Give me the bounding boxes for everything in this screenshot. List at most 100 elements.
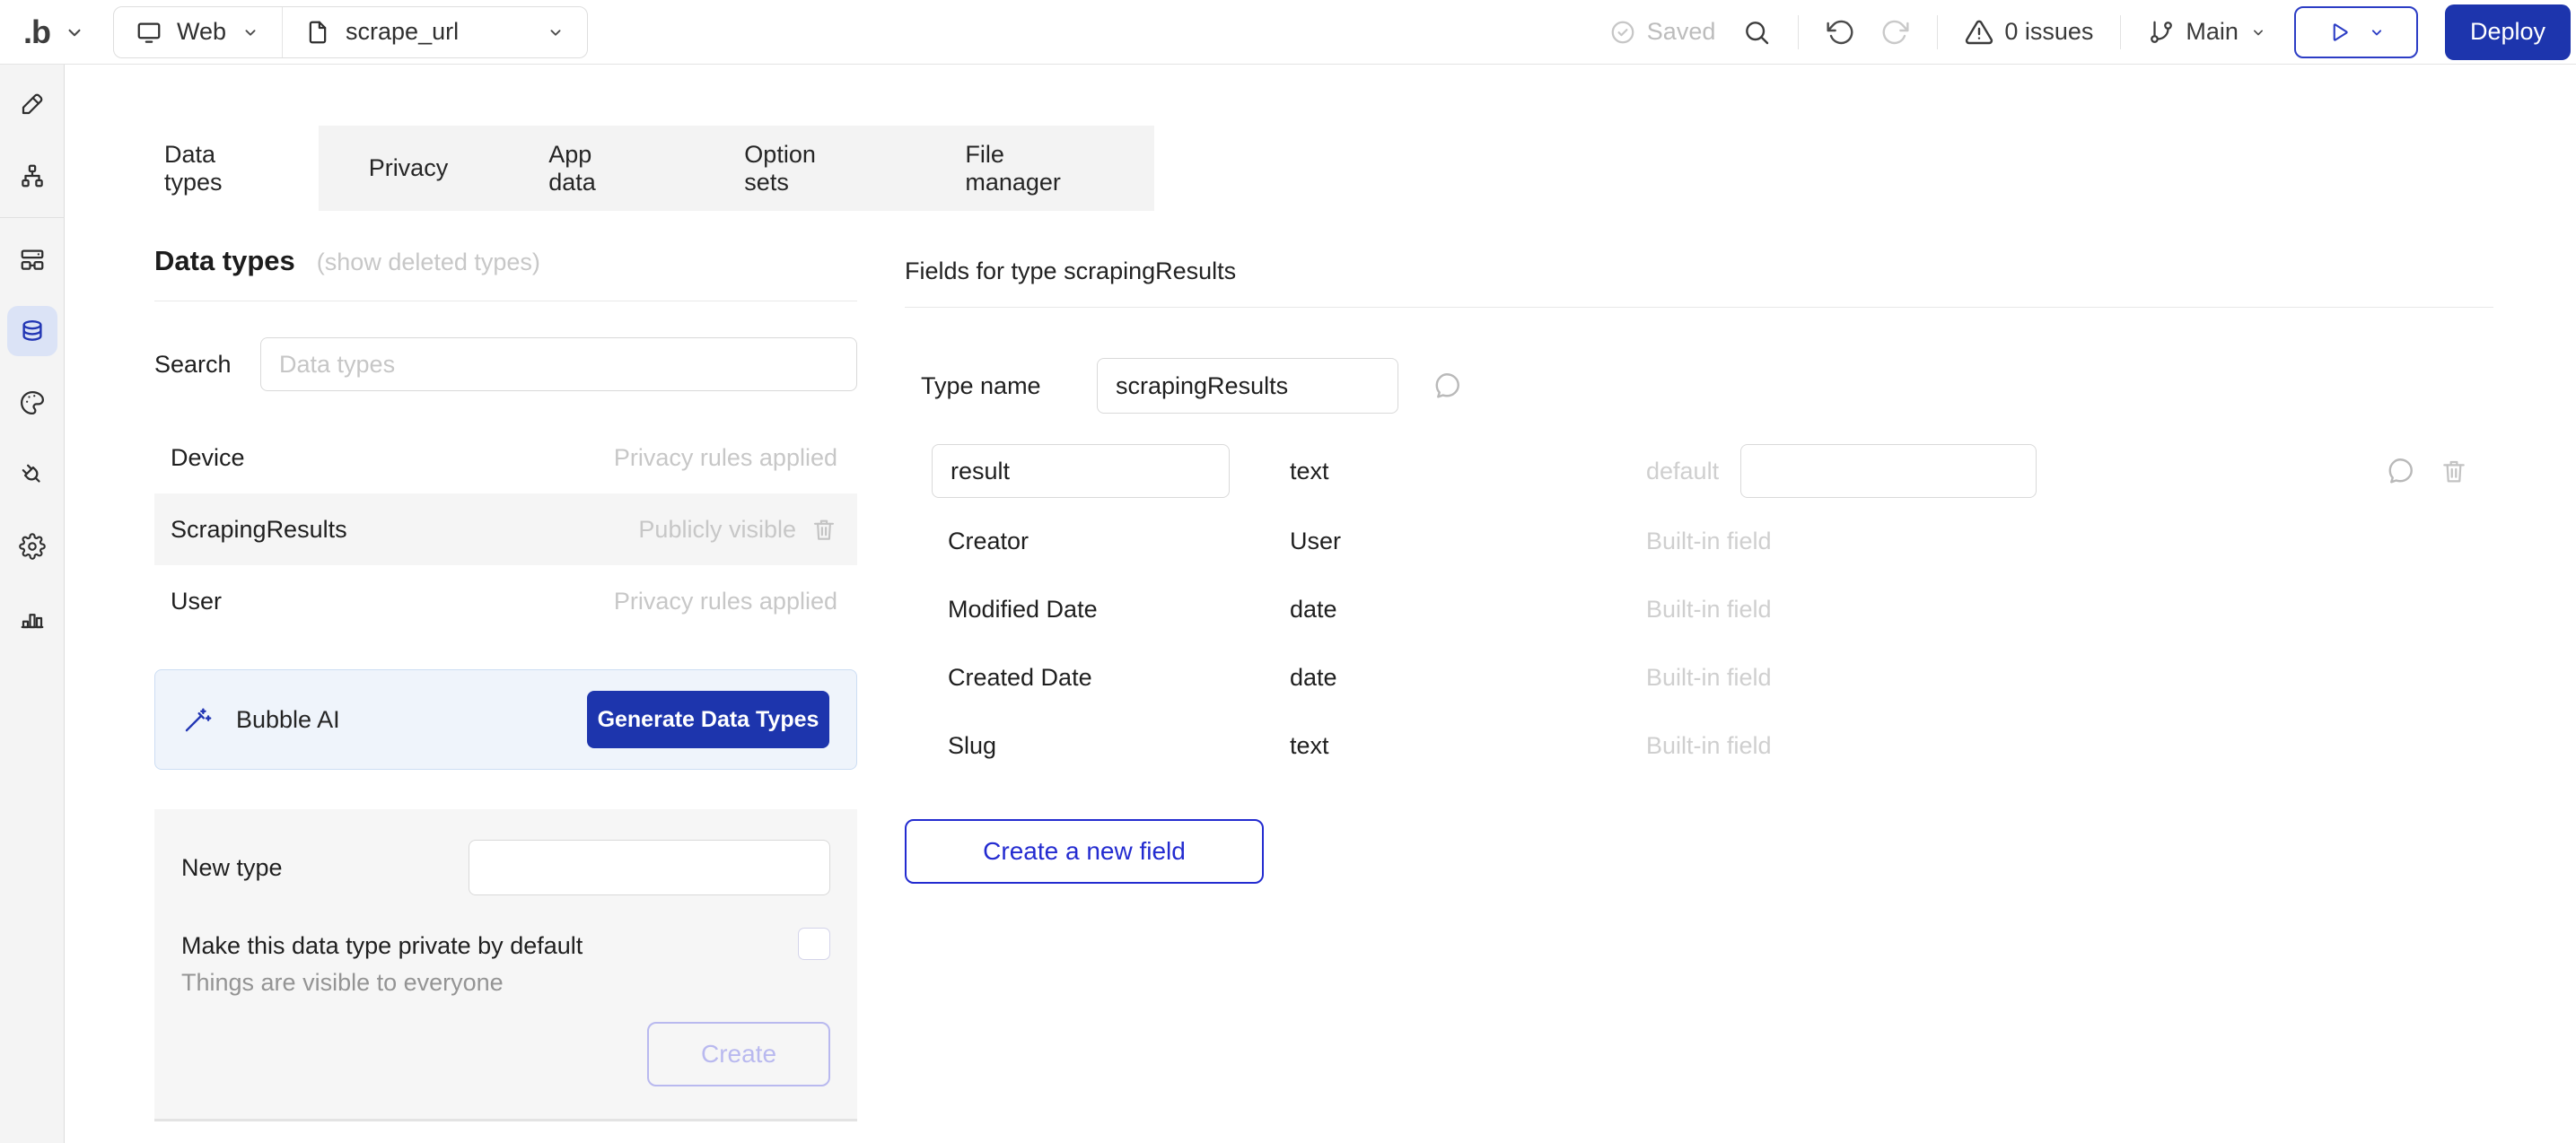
new-type-input[interactable] bbox=[469, 840, 830, 895]
data-type-name: User bbox=[171, 588, 222, 615]
type-name-row: Type name bbox=[905, 358, 2493, 414]
branch-selector[interactable]: Main bbox=[2148, 18, 2267, 46]
field-row-modified-date[interactable]: Modified Date date Built-in field bbox=[905, 575, 2493, 643]
search-button[interactable] bbox=[1742, 18, 1771, 47]
page-icon bbox=[304, 19, 331, 46]
data-type-status: Privacy rules applied bbox=[614, 588, 837, 615]
git-branch-icon bbox=[2148, 19, 2175, 46]
page-title: Data types bbox=[154, 245, 295, 277]
sidebar-item-logs[interactable] bbox=[7, 593, 57, 643]
fields-panel-title: Fields for type scrapingResults bbox=[905, 257, 2493, 308]
tab-file-manager[interactable]: File manager bbox=[915, 126, 1154, 211]
sidebar-item-plugins[interactable] bbox=[7, 449, 57, 500]
data-type-row-scrapingresults[interactable]: ScrapingResults Publicly visible bbox=[154, 493, 857, 565]
issues-indicator[interactable]: 0 issues bbox=[1965, 18, 2093, 47]
sidebar-divider bbox=[0, 217, 65, 218]
data-type-list: Device Privacy rules applied ScrapingRes… bbox=[154, 422, 857, 637]
generate-data-types-button[interactable]: Generate Data Types bbox=[587, 691, 829, 748]
tab-data-types[interactable]: Data types bbox=[124, 126, 319, 211]
data-type-row-user[interactable]: User Privacy rules applied bbox=[154, 565, 857, 637]
create-new-field-button[interactable]: Create a new field bbox=[905, 819, 1264, 884]
private-row: Make this data type private by default bbox=[181, 928, 830, 964]
search-row: Search bbox=[154, 337, 857, 391]
plug-icon bbox=[19, 461, 46, 488]
database-icon bbox=[19, 318, 46, 345]
sidebar-item-settings[interactable] bbox=[7, 521, 57, 572]
bubble-editor: .b Web scrape_url bbox=[0, 0, 2576, 1143]
field-name-input[interactable] bbox=[932, 444, 1230, 498]
main-area: Data types Privacy App data Option sets … bbox=[65, 65, 2576, 1143]
sidebar-item-backend[interactable] bbox=[7, 234, 57, 284]
pencil-icon bbox=[19, 91, 46, 118]
data-tabs: Data types Privacy App data Option sets … bbox=[124, 126, 1154, 211]
tab-privacy[interactable]: Privacy bbox=[319, 126, 499, 211]
field-type: User bbox=[1290, 528, 1646, 555]
undo-icon bbox=[1826, 18, 1854, 47]
sidebar-item-styles[interactable] bbox=[7, 378, 57, 428]
divider bbox=[1937, 15, 1938, 49]
delete-type-icon[interactable] bbox=[810, 516, 837, 543]
field-name: Creator bbox=[905, 528, 1290, 555]
field-name: Created Date bbox=[905, 664, 1290, 692]
undo-button[interactable] bbox=[1826, 18, 1854, 47]
redo-icon bbox=[1881, 18, 1910, 47]
field-name: Modified Date bbox=[905, 596, 1290, 624]
field-actions bbox=[2384, 455, 2493, 487]
type-name-input[interactable] bbox=[1097, 358, 1398, 414]
chevron-down-icon bbox=[2368, 23, 2386, 41]
chevron-down-icon bbox=[546, 22, 565, 42]
app-context-switcher: Web scrape_url bbox=[113, 6, 588, 58]
create-type-button[interactable]: Create bbox=[647, 1022, 830, 1086]
sidebar-item-design[interactable] bbox=[7, 79, 57, 129]
warning-triangle-icon bbox=[1965, 18, 1993, 47]
saved-status: Saved bbox=[1609, 18, 1716, 46]
tab-app-data[interactable]: App data bbox=[498, 126, 694, 211]
redo-button[interactable] bbox=[1881, 18, 1910, 47]
field-type: text bbox=[1290, 732, 1646, 760]
sidebar-item-workflow[interactable] bbox=[7, 151, 57, 201]
delete-field-icon[interactable] bbox=[2440, 457, 2468, 485]
chevron-down-icon bbox=[2249, 23, 2267, 41]
data-types-panel: Data types (show deleted types) Search D… bbox=[154, 245, 857, 1121]
chevron-down-icon bbox=[241, 22, 260, 42]
bubble-logo[interactable]: .b bbox=[23, 13, 50, 51]
editor-body: Data types Privacy App data Option sets … bbox=[0, 65, 2576, 1143]
new-type-box: New type Make this data type private by … bbox=[154, 809, 857, 1121]
show-deleted-types-toggle[interactable]: (show deleted types) bbox=[317, 249, 540, 276]
data-type-name: Device bbox=[171, 444, 245, 472]
field-name: Slug bbox=[905, 732, 1290, 760]
preview-button[interactable] bbox=[2294, 6, 2418, 58]
bar-chart-icon bbox=[19, 605, 46, 632]
private-checkbox[interactable] bbox=[798, 928, 830, 960]
comment-bubble-icon[interactable] bbox=[1431, 370, 1463, 402]
platform-dropdown[interactable]: Web bbox=[114, 7, 282, 57]
field-row-created-date[interactable]: Created Date date Built-in field bbox=[905, 643, 2493, 711]
field-row-result: text default bbox=[905, 435, 2493, 507]
field-default-cell: default bbox=[1646, 444, 2037, 498]
tab-option-sets[interactable]: Option sets bbox=[694, 126, 915, 211]
field-list: text default bbox=[905, 435, 2493, 780]
builtin-field-note: Built-in field bbox=[1646, 528, 1772, 555]
data-type-name: ScrapingResults bbox=[171, 516, 347, 544]
data-type-status: Publicly visible bbox=[638, 516, 796, 544]
builtin-field-note: Built-in field bbox=[1646, 732, 1772, 760]
sidebar-item-data[interactable] bbox=[7, 306, 57, 356]
gear-icon bbox=[19, 533, 46, 560]
deploy-button[interactable]: Deploy bbox=[2445, 4, 2571, 60]
page-dropdown[interactable]: scrape_url bbox=[282, 7, 587, 57]
field-type[interactable]: text bbox=[1290, 458, 1646, 485]
workflow-icon bbox=[19, 162, 46, 189]
page-label: scrape_url bbox=[346, 18, 459, 46]
issues-label: 0 issues bbox=[2004, 18, 2093, 46]
search-label: Search bbox=[154, 351, 260, 379]
search-icon bbox=[1742, 18, 1771, 47]
bubble-ai-label: Bubble AI bbox=[236, 706, 340, 734]
builtin-field-note: Built-in field bbox=[1646, 664, 1772, 692]
search-input[interactable] bbox=[260, 337, 857, 391]
logo-menu-chevron-icon[interactable] bbox=[63, 21, 86, 44]
field-default-input[interactable] bbox=[1740, 444, 2037, 498]
comment-bubble-icon[interactable] bbox=[2384, 455, 2416, 487]
field-row-creator[interactable]: Creator User Built-in field bbox=[905, 507, 2493, 575]
data-type-row-device[interactable]: Device Privacy rules applied bbox=[154, 422, 857, 493]
field-row-slug[interactable]: Slug text Built-in field bbox=[905, 711, 2493, 780]
